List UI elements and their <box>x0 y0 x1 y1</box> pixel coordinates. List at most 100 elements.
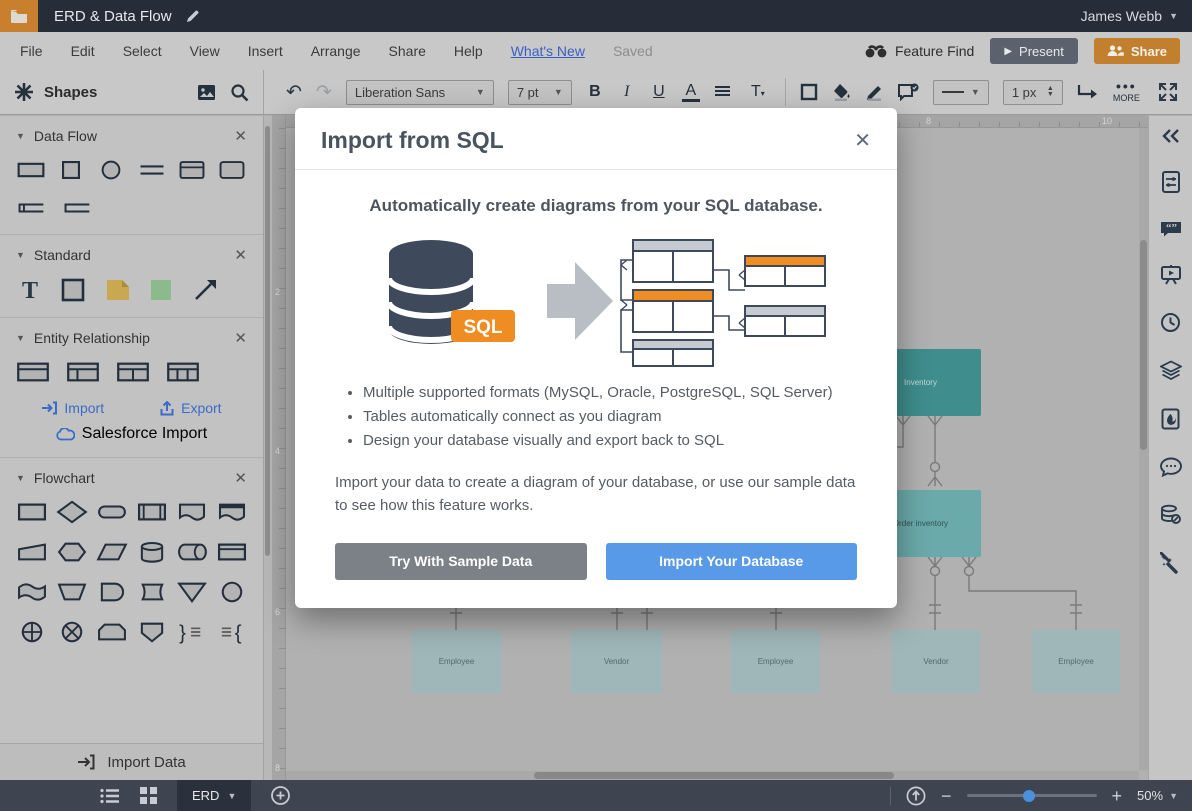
share-button[interactable]: Share <box>1094 38 1180 64</box>
zoom-in-button[interactable]: + <box>1112 787 1123 805</box>
menu-help[interactable]: Help <box>454 43 483 59</box>
collapse-caret-icon[interactable]: ▼ <box>16 473 25 483</box>
er-export-link[interactable]: Export <box>160 400 221 416</box>
shape-block[interactable] <box>148 277 176 303</box>
import-your-database-button[interactable]: Import Your Database <box>606 543 858 580</box>
magic-wand-icon[interactable] <box>1160 552 1182 574</box>
shape-display[interactable] <box>136 580 168 604</box>
document-folder-button[interactable] <box>0 0 38 32</box>
line-width-stepper[interactable]: 1 px ▲▼ <box>1003 80 1063 105</box>
connector-type-button[interactable] <box>1077 83 1099 101</box>
present-button[interactable]: ▶ Present <box>990 38 1078 64</box>
shape-manual-input[interactable] <box>16 540 48 564</box>
shape-process-square[interactable] <box>56 158 86 182</box>
menu-file[interactable]: File <box>20 43 43 59</box>
shape-rectangle[interactable] <box>60 277 88 303</box>
text-align-button[interactable] <box>714 85 731 99</box>
menu-whats-new[interactable]: What's New <box>511 43 585 59</box>
shape-terminator[interactable] <box>96 500 128 524</box>
shape-table-header[interactable] <box>16 360 50 384</box>
shape-options-button[interactable] <box>898 83 919 101</box>
redo-button[interactable]: ↷ <box>316 83 332 102</box>
shape-delay[interactable] <box>96 580 128 604</box>
layers-icon[interactable] <box>1160 360 1182 381</box>
comments-icon[interactable] <box>1160 457 1182 477</box>
canvas-horizontal-scrollbar[interactable] <box>286 771 1139 780</box>
menu-edit[interactable]: Edit <box>71 43 95 59</box>
er-salesforce-import-link[interactable]: Salesforce Import <box>56 425 207 443</box>
close-modal-icon[interactable]: ✕ <box>854 131 871 151</box>
collapse-panel-icon[interactable] <box>1161 128 1181 144</box>
shape-preparation[interactable] <box>56 540 88 564</box>
shape-off-page[interactable] <box>136 620 168 644</box>
line-style-dropdown[interactable]: ▼ <box>933 80 989 105</box>
shape-decision[interactable] <box>56 500 88 524</box>
underline-button[interactable]: U <box>650 83 668 101</box>
bold-button[interactable]: B <box>586 83 604 101</box>
horizontal-scrollbar-thumb[interactable] <box>534 772 894 779</box>
import-data-button[interactable]: Import Data <box>0 743 263 780</box>
er-import-link[interactable]: Import <box>41 400 104 416</box>
panel-scrollbar-thumb[interactable] <box>265 126 270 556</box>
shape-table-one-column[interactable] <box>66 360 100 384</box>
shape-manual-operation[interactable] <box>56 580 88 604</box>
font-size-dropdown[interactable]: 7 pt ▼ <box>508 80 572 105</box>
shape-paper-tape[interactable] <box>16 580 48 604</box>
font-family-dropdown[interactable]: Liberation Sans ▼ <box>346 80 494 105</box>
shape-style-button[interactable] <box>800 83 818 101</box>
shape-summing-junction[interactable] <box>56 620 88 644</box>
close-section-icon[interactable]: ✕ <box>234 248 247 263</box>
shape-internal-storage[interactable] <box>216 540 248 564</box>
entity-employee-3[interactable]: Employee <box>1032 630 1120 693</box>
zoom-out-button[interactable]: − <box>941 787 952 805</box>
shape-arrow[interactable] <box>192 277 220 303</box>
shape-document[interactable] <box>176 500 208 524</box>
data-linking-icon[interactable] <box>1160 504 1182 525</box>
text-color-button[interactable]: A <box>682 83 700 102</box>
zoom-slider-knob[interactable] <box>1023 790 1035 802</box>
fullscreen-button[interactable] <box>1158 82 1178 102</box>
shape-entity-header[interactable] <box>177 158 207 182</box>
italic-button[interactable]: I <box>618 83 636 101</box>
notes-icon[interactable]: “” <box>1160 220 1182 237</box>
shape-note[interactable] <box>104 277 132 303</box>
line-color-button[interactable] <box>866 83 884 101</box>
close-section-icon[interactable]: ✕ <box>234 331 247 346</box>
page-grid-icon[interactable] <box>140 787 157 804</box>
shape-process[interactable] <box>16 500 48 524</box>
text-options-button[interactable]: T▾ <box>745 83 771 101</box>
shape-direct-data[interactable] <box>176 540 208 564</box>
close-section-icon[interactable]: ✕ <box>234 129 247 144</box>
shape-database[interactable] <box>136 540 168 564</box>
page-list-icon[interactable] <box>100 788 120 804</box>
collapse-caret-icon[interactable]: ▼ <box>16 131 25 141</box>
entity-vendor-1[interactable]: Vendor <box>571 630 662 693</box>
menu-insert[interactable]: Insert <box>248 43 283 59</box>
shape-merge[interactable] <box>176 580 208 604</box>
slides-icon[interactable] <box>1160 264 1182 285</box>
page-tab-erd[interactable]: ERD ▼ <box>177 780 251 811</box>
document-settings-icon[interactable] <box>1161 171 1181 193</box>
undo-button[interactable]: ↶ <box>286 83 302 102</box>
canvas-vertical-scrollbar[interactable] <box>1139 128 1148 770</box>
shape-data-store-lines[interactable] <box>137 158 167 182</box>
rename-pencil-icon[interactable] <box>186 10 199 23</box>
entity-vendor-2[interactable]: Vendor <box>892 630 980 693</box>
feature-find-button[interactable]: Feature Find <box>865 43 974 59</box>
shape-loop-limit[interactable] <box>96 620 128 644</box>
close-section-icon[interactable]: ✕ <box>234 471 247 486</box>
menu-view[interactable]: View <box>190 43 220 59</box>
panel-scrollbar[interactable] <box>264 116 272 780</box>
zoom-slider[interactable] <box>967 794 1097 797</box>
add-page-button[interactable] <box>271 786 290 805</box>
user-account-menu[interactable]: James Webb ▼ <box>1081 8 1178 24</box>
collapse-caret-icon[interactable]: ▼ <box>16 250 25 260</box>
shape-stored-document[interactable] <box>216 500 248 524</box>
stepper-arrows[interactable]: ▲▼ <box>1047 86 1054 98</box>
revision-history-icon[interactable] <box>1160 312 1181 333</box>
document-title[interactable]: ERD & Data Flow <box>54 8 172 25</box>
shape-process-circle[interactable] <box>96 158 126 182</box>
shape-brace-left[interactable]: { <box>216 620 248 644</box>
menu-arrange[interactable]: Arrange <box>311 43 361 59</box>
search-shapes-icon[interactable] <box>230 83 249 102</box>
